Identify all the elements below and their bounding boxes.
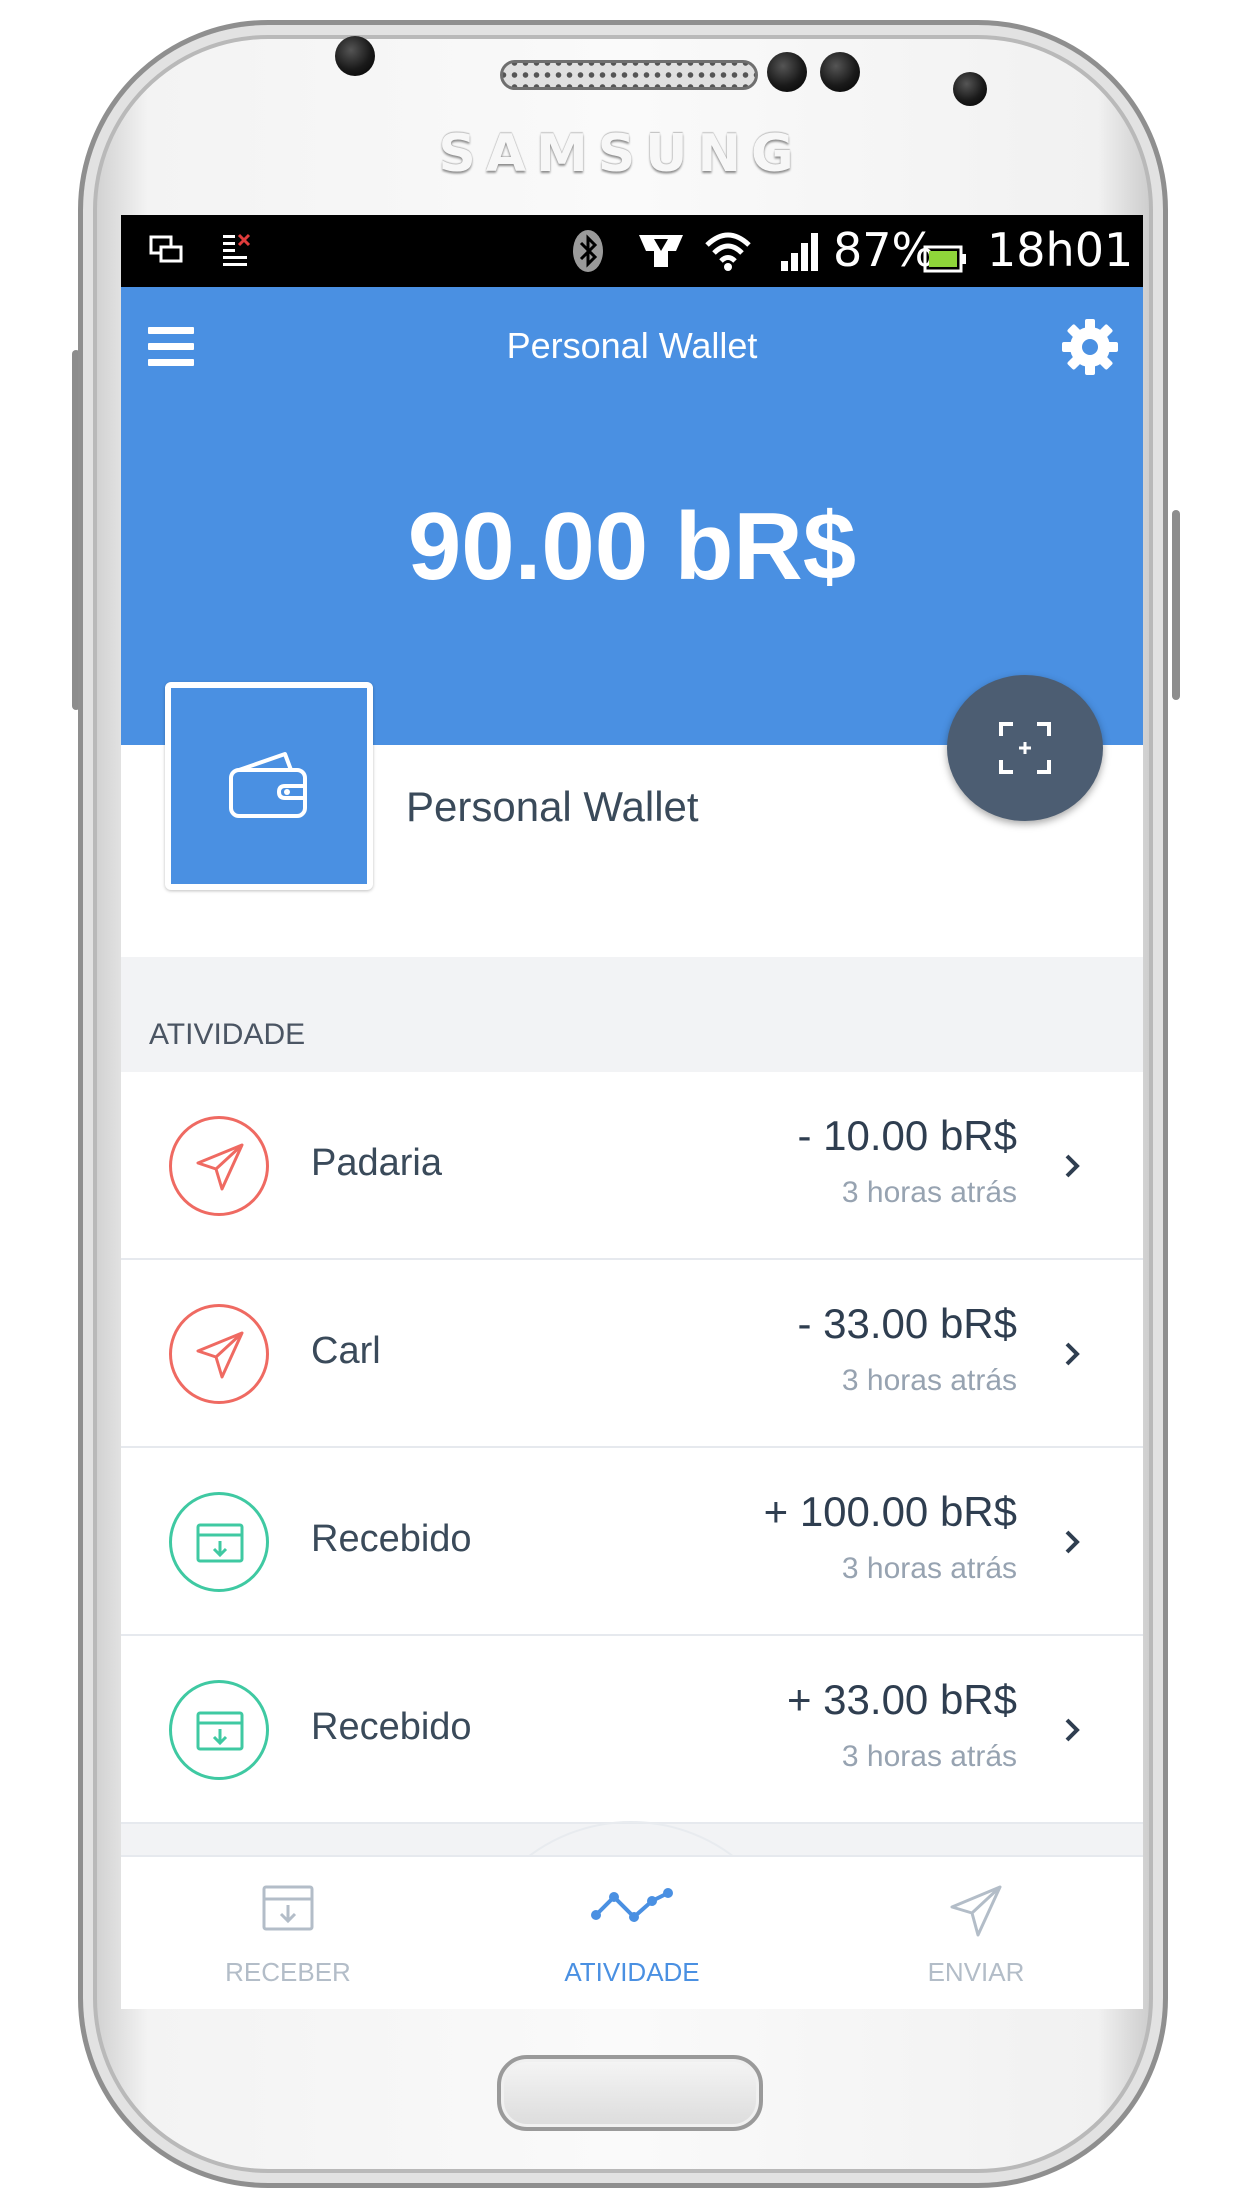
section-label-activity: ATIVIDADE: [149, 1018, 306, 1051]
tab-enviar[interactable]: ENVIAR: [826, 1857, 1126, 2009]
scan-icon: [999, 722, 1051, 774]
nav-label: ENVIAR: [927, 1957, 1025, 1987]
chevron-right-icon: [1065, 1718, 1080, 1742]
front-camera: [953, 72, 987, 106]
battery-percent: 87%: [833, 223, 936, 277]
send-icon: [169, 1304, 269, 1404]
list-item[interactable]: Recebido + 100.00 bR$ 3 horas atrás: [121, 1448, 1143, 1636]
page-title: Personal Wallet: [506, 325, 758, 366]
list-item[interactable]: Carl - 33.00 bR$ 3 horas atrás: [121, 1260, 1143, 1448]
wallet-icon: [229, 752, 307, 818]
transaction-name: Recebido: [311, 1706, 472, 1748]
status-bar: 87% 18h01: [121, 215, 1143, 287]
transaction-amount: - 10.00 bR$: [797, 1112, 1017, 1159]
battery-icon: [923, 245, 966, 273]
receive-inbox-icon: [262, 1885, 314, 1931]
front-sensor: [820, 52, 860, 92]
transaction-name: Carl: [311, 1330, 381, 1372]
transaction-amount: + 100.00 bR$: [763, 1488, 1017, 1535]
transaction-amount: + 33.00 bR$: [786, 1676, 1017, 1723]
tab-atividade[interactable]: ATIVIDADE: [482, 1857, 782, 2009]
scan-qr-button[interactable]: [947, 675, 1103, 821]
front-sensor: [335, 36, 375, 76]
gear-icon[interactable]: [1058, 315, 1122, 379]
screen-mirroring-icon: [149, 235, 183, 263]
signal-icon: [781, 233, 818, 271]
front-sensor: [767, 52, 807, 92]
transaction-name: Recebido: [311, 1518, 472, 1560]
tab-receber[interactable]: RECEBER: [138, 1857, 438, 2009]
send-paper-plane-icon: [950, 1885, 1002, 1937]
wifi-icon: [705, 232, 751, 271]
app-screen: 87% 18h01 Personal Wallet 90.00 bR$ Pers…: [121, 215, 1143, 2009]
transaction-time: 3 horas atrás: [841, 1740, 1017, 1773]
chevron-right-icon: [1065, 1342, 1080, 1366]
transaction-time: 3 horas atrás: [841, 1364, 1017, 1397]
wallet-balance: 90.00 bR$: [407, 493, 857, 600]
receive-icon: [169, 1680, 269, 1780]
home-button[interactable]: [497, 2055, 763, 2131]
wallet-name: Personal Wallet: [406, 783, 699, 830]
earpiece-speaker: [500, 60, 758, 90]
bluetooth-icon: [573, 230, 603, 272]
nav-label: ATIVIDADE: [564, 1957, 700, 1987]
nav-label: RECEBER: [225, 1957, 351, 1987]
transaction-amount: - 33.00 bR$: [797, 1300, 1017, 1347]
activity-graph-icon: [591, 1888, 673, 1922]
wallet-header: Personal Wallet 90.00 bR$: [121, 287, 1143, 745]
list-item[interactable]: Padaria - 10.00 bR$ 3 horas atrás: [121, 1072, 1143, 1260]
receive-icon: [169, 1492, 269, 1592]
send-icon: [169, 1116, 269, 1216]
download-mode-icon: [639, 235, 683, 267]
transaction-time: 3 horas atrás: [841, 1176, 1017, 1209]
list-item[interactable]: Recebido + 33.00 bR$ 3 horas atrás: [121, 1636, 1143, 1824]
bottom-nav: RECEBER ATIVIDADE ENVIAR: [121, 1855, 1143, 2009]
chevron-right-icon: [1065, 1530, 1080, 1554]
activity-list: Padaria - 10.00 bR$ 3 horas atrás Carl -…: [121, 1072, 1143, 1824]
notification-icon: [223, 233, 251, 266]
clock: 18h01: [987, 223, 1134, 277]
power-key: [1172, 510, 1180, 700]
device-brand: SAMSUNG: [438, 124, 804, 184]
wallet-avatar: [165, 682, 373, 890]
transaction-time: 3 horas atrás: [841, 1552, 1017, 1585]
transaction-name: Padaria: [311, 1142, 442, 1184]
chevron-right-icon: [1065, 1154, 1080, 1178]
